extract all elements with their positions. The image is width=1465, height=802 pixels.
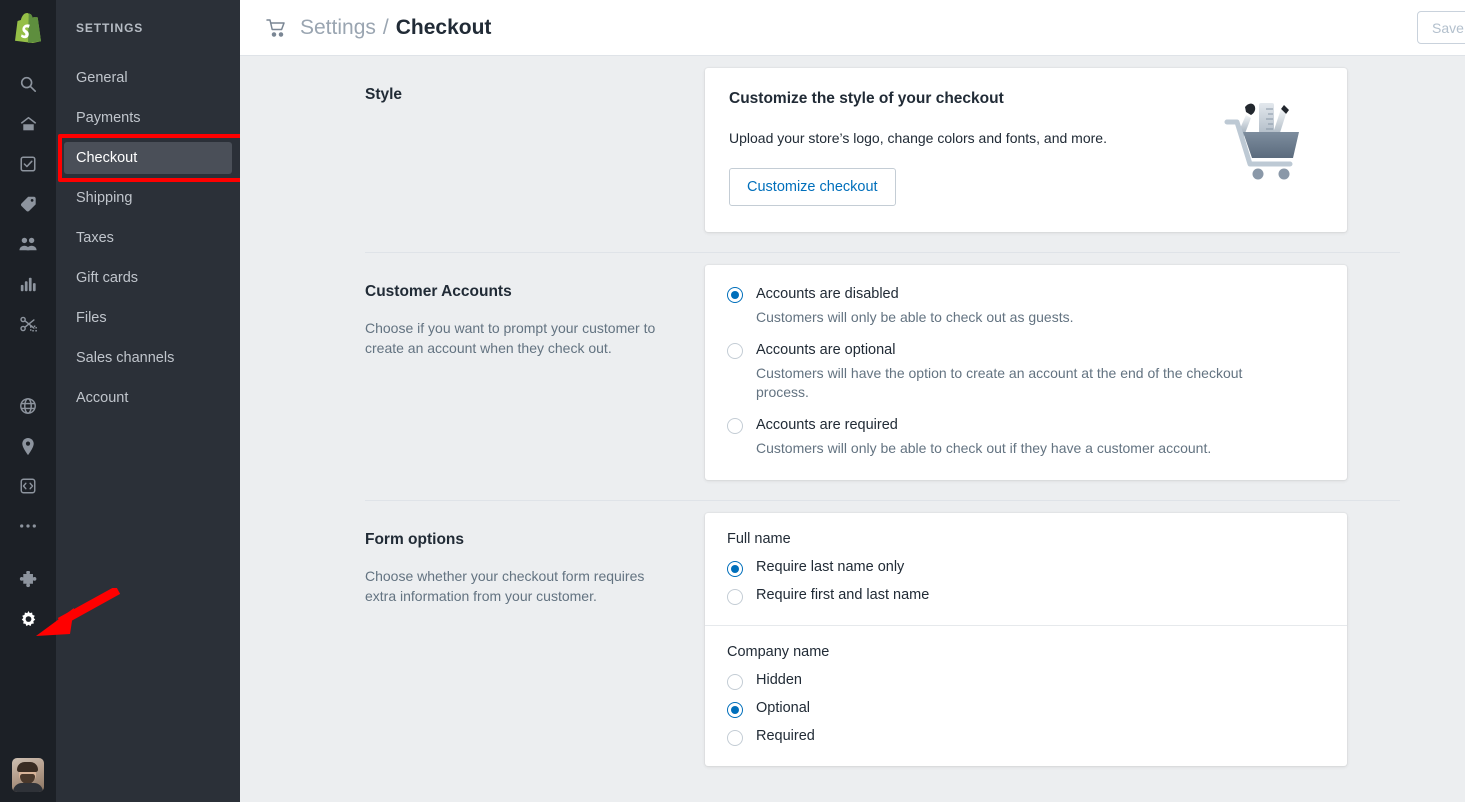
section-form-options-description: Choose whether your checkout form requir… [365, 567, 675, 606]
more-ellipsis-icon[interactable] [0, 506, 56, 546]
radio-row-accounts-required[interactable]: Accounts are required [727, 416, 1325, 435]
radio-row-company-hidden[interactable]: Hidden [727, 671, 1325, 690]
radio-label-require-last-name-only: Require last name only [756, 558, 904, 577]
sidebar-nav-list: General Payments Checkout Shipping Taxes… [56, 56, 240, 414]
home-icon[interactable] [0, 104, 56, 144]
radio-company-required[interactable] [727, 730, 743, 746]
radio-accounts-optional[interactable] [727, 343, 743, 359]
sidebar-item-general[interactable]: General [64, 62, 232, 94]
code-icon[interactable] [0, 466, 56, 506]
section-style-heading: Style [365, 86, 675, 104]
avatar[interactable] [12, 758, 44, 792]
section-style: Style Customize the style of your checko… [240, 56, 1465, 232]
breadcrumb-settings-link[interactable]: Settings [300, 16, 376, 40]
section-customer-accounts-description: Choose if you want to prompt your custom… [365, 319, 675, 358]
form-options-card: Full name Require last name only Require… [705, 513, 1347, 766]
radio-accounts-required[interactable] [727, 418, 743, 434]
radio-row-company-required[interactable]: Required [727, 727, 1325, 746]
sidebar-item-files[interactable]: Files [64, 302, 232, 334]
sidebar-item-shipping[interactable]: Shipping [64, 182, 232, 214]
form-group-company-name: Company name Hidden Optional [705, 625, 1347, 766]
sidebar-item-checkout[interactable]: Checkout [64, 142, 232, 174]
customize-checkout-button[interactable]: Customize checkout [729, 168, 896, 206]
section-style-right: Customize the style of your checkout Upl… [705, 56, 1347, 232]
shopping-cart-with-art-supplies-illustration [1221, 86, 1317, 186]
radio-accounts-disabled[interactable] [727, 287, 743, 303]
sidebar-item-payments[interactable]: Payments [64, 102, 232, 134]
radio-label-require-first-and-last-name: Require first and last name [756, 586, 929, 605]
radio-company-hidden[interactable] [727, 674, 743, 690]
section-style-left: Style [365, 56, 705, 232]
shopify-admin-window: SETTINGS General Payments Checkout Shipp… [0, 0, 1465, 802]
radio-company-optional[interactable] [727, 702, 743, 718]
radio-help-accounts-optional: Customers will have the option to create… [756, 364, 1296, 402]
products-tag-icon[interactable] [0, 184, 56, 224]
section-customer-accounts-left: Customer Accounts Choose if you want to … [365, 253, 705, 480]
page-title: Checkout [396, 16, 492, 40]
sidebar-title: SETTINGS [56, 0, 240, 56]
radio-require-last-name-only[interactable] [727, 561, 743, 577]
radio-require-first-and-last-name[interactable] [727, 589, 743, 605]
customer-accounts-card: Accounts are disabled Customers will onl… [705, 265, 1347, 480]
radio-row-company-optional[interactable]: Optional [727, 699, 1325, 718]
top-bar: Settings / Checkout Save [240, 0, 1465, 56]
search-icon[interactable] [0, 64, 56, 104]
location-pin-icon[interactable] [0, 426, 56, 466]
section-form-options-left: Form options Choose whether your checkou… [365, 501, 705, 766]
primary-icon-rail [0, 0, 56, 802]
content-column: Settings / Checkout Save Style Customize… [240, 0, 1465, 802]
section-customer-accounts-heading: Customer Accounts [365, 283, 675, 301]
radio-help-accounts-disabled: Customers will only be able to check out… [756, 308, 1296, 327]
section-form-options-right: Full name Require last name only Require… [705, 501, 1347, 766]
radio-row-require-last-name-only[interactable]: Require last name only [727, 558, 1325, 577]
sidebar-item-taxes[interactable]: Taxes [64, 222, 232, 254]
form-group-full-name: Full name Require last name only Require… [705, 513, 1347, 625]
radio-label-accounts-required: Accounts are required [756, 416, 898, 435]
shopify-logo-icon [15, 13, 41, 43]
section-form-options-heading: Form options [365, 531, 675, 549]
customers-icon[interactable] [0, 224, 56, 264]
discounts-scissors-icon[interactable] [0, 304, 56, 344]
online-store-globe-icon[interactable] [0, 386, 56, 426]
radio-label-accounts-optional: Accounts are optional [756, 341, 895, 360]
settings-gear-icon[interactable] [0, 600, 56, 640]
radio-label-company-required: Required [756, 727, 815, 746]
apps-puzzle-icon[interactable] [0, 560, 56, 600]
form-group-label-full-name: Full name [727, 531, 1325, 547]
shopify-logo[interactable] [0, 0, 56, 56]
sidebar-item-account[interactable]: Account [64, 382, 232, 414]
radio-label-accounts-disabled: Accounts are disabled [756, 285, 899, 304]
settings-main-content: Style Customize the style of your checko… [240, 56, 1465, 802]
radio-row-require-first-and-last-name[interactable]: Require first and last name [727, 586, 1325, 605]
radio-label-company-optional: Optional [756, 699, 810, 718]
settings-sidebar: SETTINGS General Payments Checkout Shipp… [56, 0, 240, 802]
section-customer-accounts: Customer Accounts Choose if you want to … [240, 253, 1465, 480]
form-group-label-company-name: Company name [727, 644, 1325, 660]
sidebar-item-gift-cards[interactable]: Gift cards [64, 262, 232, 294]
radio-row-accounts-optional[interactable]: Accounts are optional [727, 341, 1325, 360]
section-form-options: Form options Choose whether your checkou… [240, 501, 1465, 766]
radio-help-accounts-required: Customers will only be able to check out… [756, 439, 1296, 458]
sidebar-item-sales-channels[interactable]: Sales channels [64, 342, 232, 374]
analytics-icon[interactable] [0, 264, 56, 304]
rail-icon-list [0, 56, 56, 640]
style-card: Customize the style of your checkout Upl… [705, 68, 1347, 232]
radio-row-accounts-disabled[interactable]: Accounts are disabled [727, 285, 1325, 304]
save-button[interactable]: Save [1417, 11, 1465, 44]
section-customer-accounts-right: Accounts are disabled Customers will onl… [705, 253, 1347, 480]
shopping-cart-icon [266, 18, 288, 38]
orders-icon[interactable] [0, 144, 56, 184]
breadcrumb-separator: / [383, 16, 389, 40]
radio-label-company-hidden: Hidden [756, 671, 802, 690]
